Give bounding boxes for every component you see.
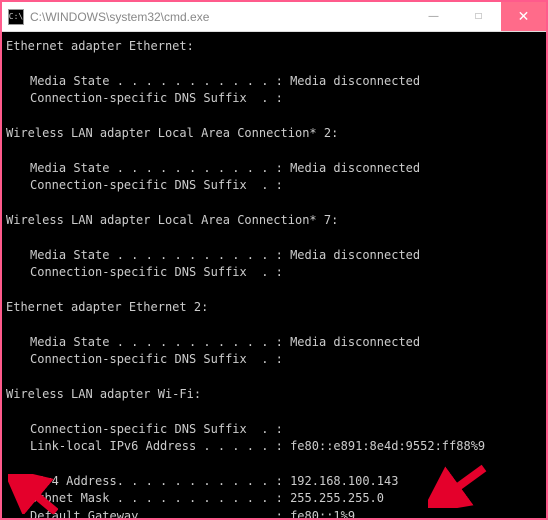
- terminal-output: Ethernet adapter Ethernet: Media State .…: [2, 32, 546, 518]
- config-line: Connection-specific DNS Suffix . :: [6, 90, 544, 107]
- adapter-header: Wireless LAN adapter Local Area Connecti…: [6, 213, 338, 227]
- config-line: Media State . . . . . . . . . . . : Medi…: [6, 247, 544, 264]
- config-line: Subnet Mask . . . . . . . . . . . : 255.…: [6, 490, 544, 507]
- config-line: Connection-specific DNS Suffix . :: [6, 351, 544, 368]
- minimize-button[interactable]: —: [411, 2, 456, 31]
- config-line: Media State . . . . . . . . . . . : Medi…: [6, 160, 544, 177]
- config-line: Connection-specific DNS Suffix . :: [6, 264, 544, 281]
- adapter-header: Wireless LAN adapter Local Area Connecti…: [6, 126, 338, 140]
- window-titlebar[interactable]: C:\ C:\WINDOWS\system32\cmd.exe — □ ✕: [2, 2, 546, 32]
- adapter-header: Wireless LAN adapter Wi-Fi:: [6, 387, 201, 401]
- maximize-button[interactable]: □: [456, 2, 501, 31]
- config-line: Connection-specific DNS Suffix . :: [6, 421, 544, 438]
- config-line: IPv4 Address. . . . . . . . . . . : 192.…: [6, 473, 544, 490]
- config-line: Default Gateway . . . . . . . . . : fe80…: [6, 508, 544, 518]
- config-line: Link-local IPv6 Address . . . . . : fe80…: [6, 438, 544, 455]
- config-line: Connection-specific DNS Suffix . :: [6, 177, 544, 194]
- config-line: Media State . . . . . . . . . . . : Medi…: [6, 73, 544, 90]
- close-button[interactable]: ✕: [501, 2, 546, 31]
- window-title: C:\WINDOWS\system32\cmd.exe: [30, 10, 209, 24]
- window-controls: — □ ✕: [411, 2, 546, 31]
- config-line: Media State . . . . . . . . . . . : Medi…: [6, 334, 544, 351]
- adapter-header: Ethernet adapter Ethernet 2:: [6, 300, 208, 314]
- cmd-icon: C:\: [8, 9, 24, 25]
- adapter-header: Ethernet adapter Ethernet:: [6, 39, 194, 53]
